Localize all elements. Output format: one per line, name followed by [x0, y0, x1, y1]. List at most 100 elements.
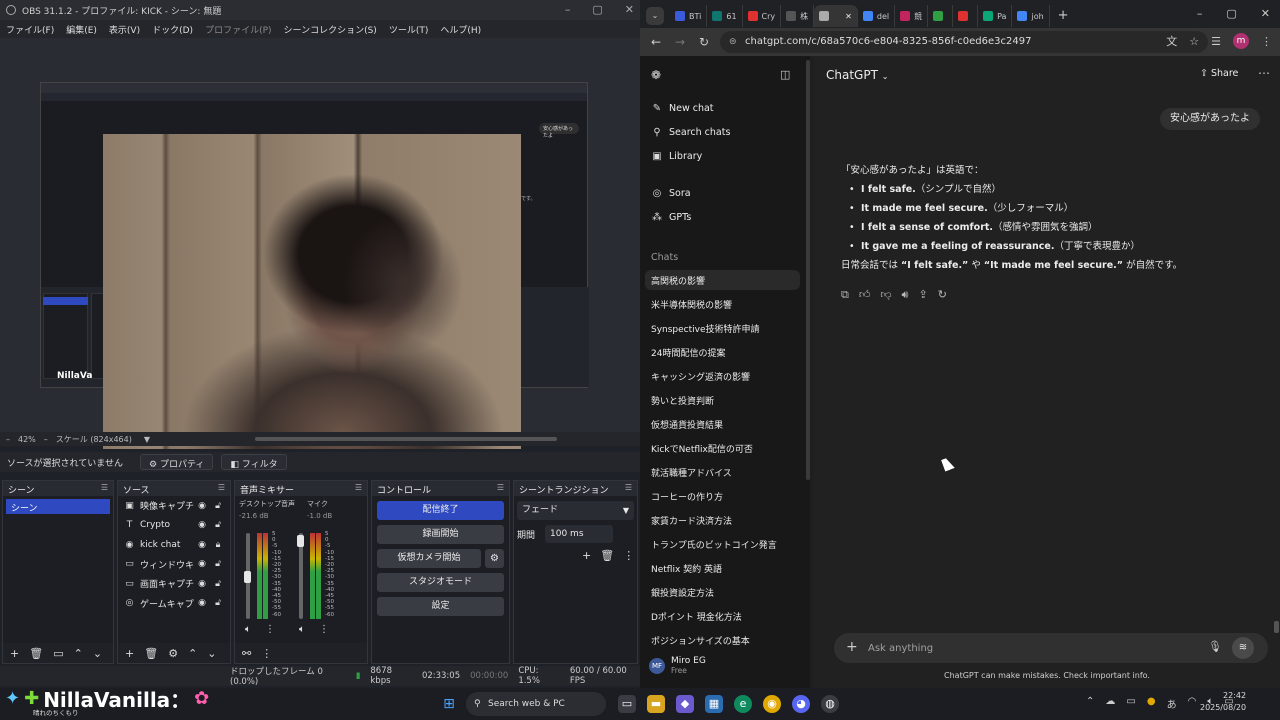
chat-history-item[interactable]: コーヒーの作り方 [645, 486, 800, 506]
eye-icon[interactable]: ◉ [194, 501, 210, 511]
reload-icon[interactable]: ↻ [692, 35, 716, 49]
model-selector[interactable]: ChatGPT ⌄ [826, 68, 888, 82]
reading-list-icon[interactable]: ☰ [1211, 35, 1221, 48]
more-vertical-icon[interactable]: ⋮ [265, 624, 275, 635]
lock-icon[interactable]: 🔓︎ [210, 598, 226, 608]
network-icon[interactable]: ▭ [1126, 696, 1135, 711]
chat-history-item[interactable]: 銀投資設定方法 [645, 582, 800, 602]
browser-tab[interactable]: joh [1012, 5, 1050, 27]
lock-icon[interactable]: 🔒︎ [210, 540, 226, 550]
sidebar-scrollbar[interactable] [806, 60, 810, 480]
library-button[interactable]: ▣ Library [651, 151, 702, 162]
gear-icon[interactable]: ⚙ [485, 549, 504, 568]
stop-streaming-button[interactable]: 配信終了 [377, 501, 504, 520]
minimize-icon[interactable]: – [1197, 7, 1203, 20]
close-icon[interactable]: ✕ [1261, 7, 1270, 20]
browser-tab[interactable]: Pa [978, 5, 1013, 27]
close-tab-icon[interactable]: ✕ [845, 12, 852, 21]
wifi-icon[interactable]: ◠ [1188, 696, 1197, 711]
browser-tab[interactable]: 株 [781, 5, 815, 27]
browser-tab[interactable] [953, 5, 979, 27]
scale-dropdown-icon[interactable]: ▼ [144, 435, 150, 444]
maximize-icon[interactable]: ▢ [592, 3, 602, 16]
more-vertical-icon[interactable]: ⋮ [261, 647, 272, 660]
browser-tab[interactable]: BTi [670, 5, 708, 27]
zoom-in-icon[interactable]: – [44, 435, 48, 444]
chrome-icon[interactable]: ◉ [763, 695, 781, 713]
edge-icon[interactable]: e [734, 695, 752, 713]
minimize-icon[interactable]: – [565, 3, 571, 16]
source-item[interactable]: ▣ 映像キャプチャ◉🔓︎ [118, 496, 230, 516]
close-icon[interactable]: ✕ [625, 3, 634, 16]
preview-scrollbar[interactable] [255, 437, 557, 441]
trash-icon[interactable]: 🗑 [600, 549, 614, 562]
chevron-down-icon[interactable]: ⌄ [207, 647, 216, 660]
chat-history-item[interactable]: キャッシング返済の影響 [645, 366, 800, 386]
dock-menu-icon[interactable]: ☰ [497, 483, 504, 492]
browser-tab[interactable] [928, 5, 954, 27]
mic-tray-icon[interactable]: ● [1147, 696, 1156, 711]
trash-icon[interactable]: 🗑 [29, 647, 43, 660]
thumbs-up-icon[interactable]: 👍︎ [859, 288, 871, 302]
store-icon[interactable]: ▦ [705, 695, 723, 713]
filters-button[interactable]: ◧ フィルタ [221, 454, 287, 470]
chevron-up-icon[interactable]: ⌃ [1086, 696, 1094, 711]
ime-icon[interactable]: あ [1167, 696, 1177, 711]
menu-scene-collection[interactable]: シーンコレクション(S) [284, 23, 377, 36]
new-chat-button[interactable]: ✎ New chat [651, 103, 714, 114]
preview-canvas[interactable]: 安心感があったよ です。 NillaVa [0, 38, 640, 449]
chevron-up-icon[interactable]: ⌃ [188, 647, 197, 660]
add-icon[interactable]: + [125, 647, 134, 660]
chat-history-item[interactable]: 24時間配信の提案 [645, 342, 800, 362]
browser-tab[interactable]: ✕ [814, 5, 858, 27]
source-item[interactable]: T Crypto ◉ 🔓︎ [118, 516, 230, 536]
scene-item[interactable]: シーン [6, 499, 110, 514]
task-view-icon[interactable]: ▭ [618, 695, 636, 713]
site-info-icon[interactable]: ⊜ [729, 31, 737, 53]
voice-mode-icon[interactable]: ≋ [1232, 637, 1254, 659]
chat-history-item[interactable]: Synspective技術特許申請 [645, 318, 800, 338]
search-chats-button[interactable]: ⚲ Search chats [651, 127, 730, 138]
chevron-down-icon[interactable]: ⌄ [93, 647, 102, 660]
tab-search-icon[interactable]: ⌄ [646, 7, 664, 25]
add-icon[interactable]: + [10, 647, 19, 660]
eye-icon[interactable]: ◉ [194, 559, 210, 569]
chat-history-item[interactable]: ポジションサイズの基本 [645, 630, 800, 650]
dock-menu-icon[interactable]: ☰ [101, 483, 108, 492]
regenerate-icon[interactable]: ↻ [938, 288, 947, 302]
lock-icon[interactable]: 🔓︎ [210, 559, 226, 569]
add-attachment-icon[interactable]: + [846, 639, 858, 655]
translate-icon[interactable]: 文 [1166, 33, 1177, 49]
settings-button[interactable]: 設定 [377, 597, 504, 616]
share-button[interactable]: ⇪ Share [1200, 68, 1238, 79]
back-icon[interactable]: ← [644, 35, 668, 49]
mic-volume-knob[interactable] [297, 535, 304, 547]
start-recording-button[interactable]: 録画開始 [377, 525, 504, 544]
lock-icon[interactable]: 🔓︎ [210, 501, 226, 511]
chat-history-item[interactable]: KickでNetflix配信の可否 [645, 438, 800, 458]
windows-start-icon[interactable]: ⊞ [440, 695, 458, 713]
desktop-volume-knob[interactable] [244, 571, 251, 583]
chat-history-item[interactable]: 家賃カード決済方法 [645, 510, 800, 530]
microphone-icon[interactable]: 🎙︎ [1208, 640, 1222, 653]
add-icon[interactable]: + [582, 549, 591, 562]
source-item[interactable]: ◉ kick chat ◉ 🔒︎ [118, 535, 230, 555]
chat-history-item[interactable]: 就活職種アドバイス [645, 462, 800, 482]
more-vertical-icon[interactable]: ⋮ [1261, 35, 1272, 48]
new-tab-icon[interactable]: + [1058, 8, 1069, 23]
browser-tab[interactable]: 61 [707, 5, 743, 27]
chat-history-item[interactable]: トランプ氏のビットコイン発言 [645, 534, 800, 554]
browser-tab[interactable]: del [858, 5, 896, 27]
source-item[interactable]: ▭ 画面キャプチャ◉🔓︎ [118, 574, 230, 594]
source-item[interactable]: ◎ ゲームキャプチャ◉🔓︎ [118, 594, 230, 614]
studio-mode-button[interactable]: スタジオモード [377, 573, 504, 592]
more-vertical-icon[interactable]: ⋮ [623, 549, 634, 562]
file-explorer-icon[interactable]: ▬ [647, 695, 665, 713]
eye-icon[interactable]: ◉ [194, 520, 210, 530]
chat-history-item[interactable]: 高関税の影響 [645, 270, 800, 290]
copilot-icon[interactable]: ◆ [676, 695, 694, 713]
read-aloud-icon[interactable]: 🔊︎ [902, 288, 909, 302]
copy-icon[interactable]: ⧉ [841, 288, 849, 302]
chat-scrollbar[interactable] [1274, 621, 1279, 633]
menu-file[interactable]: ファイル(F) [6, 23, 54, 36]
